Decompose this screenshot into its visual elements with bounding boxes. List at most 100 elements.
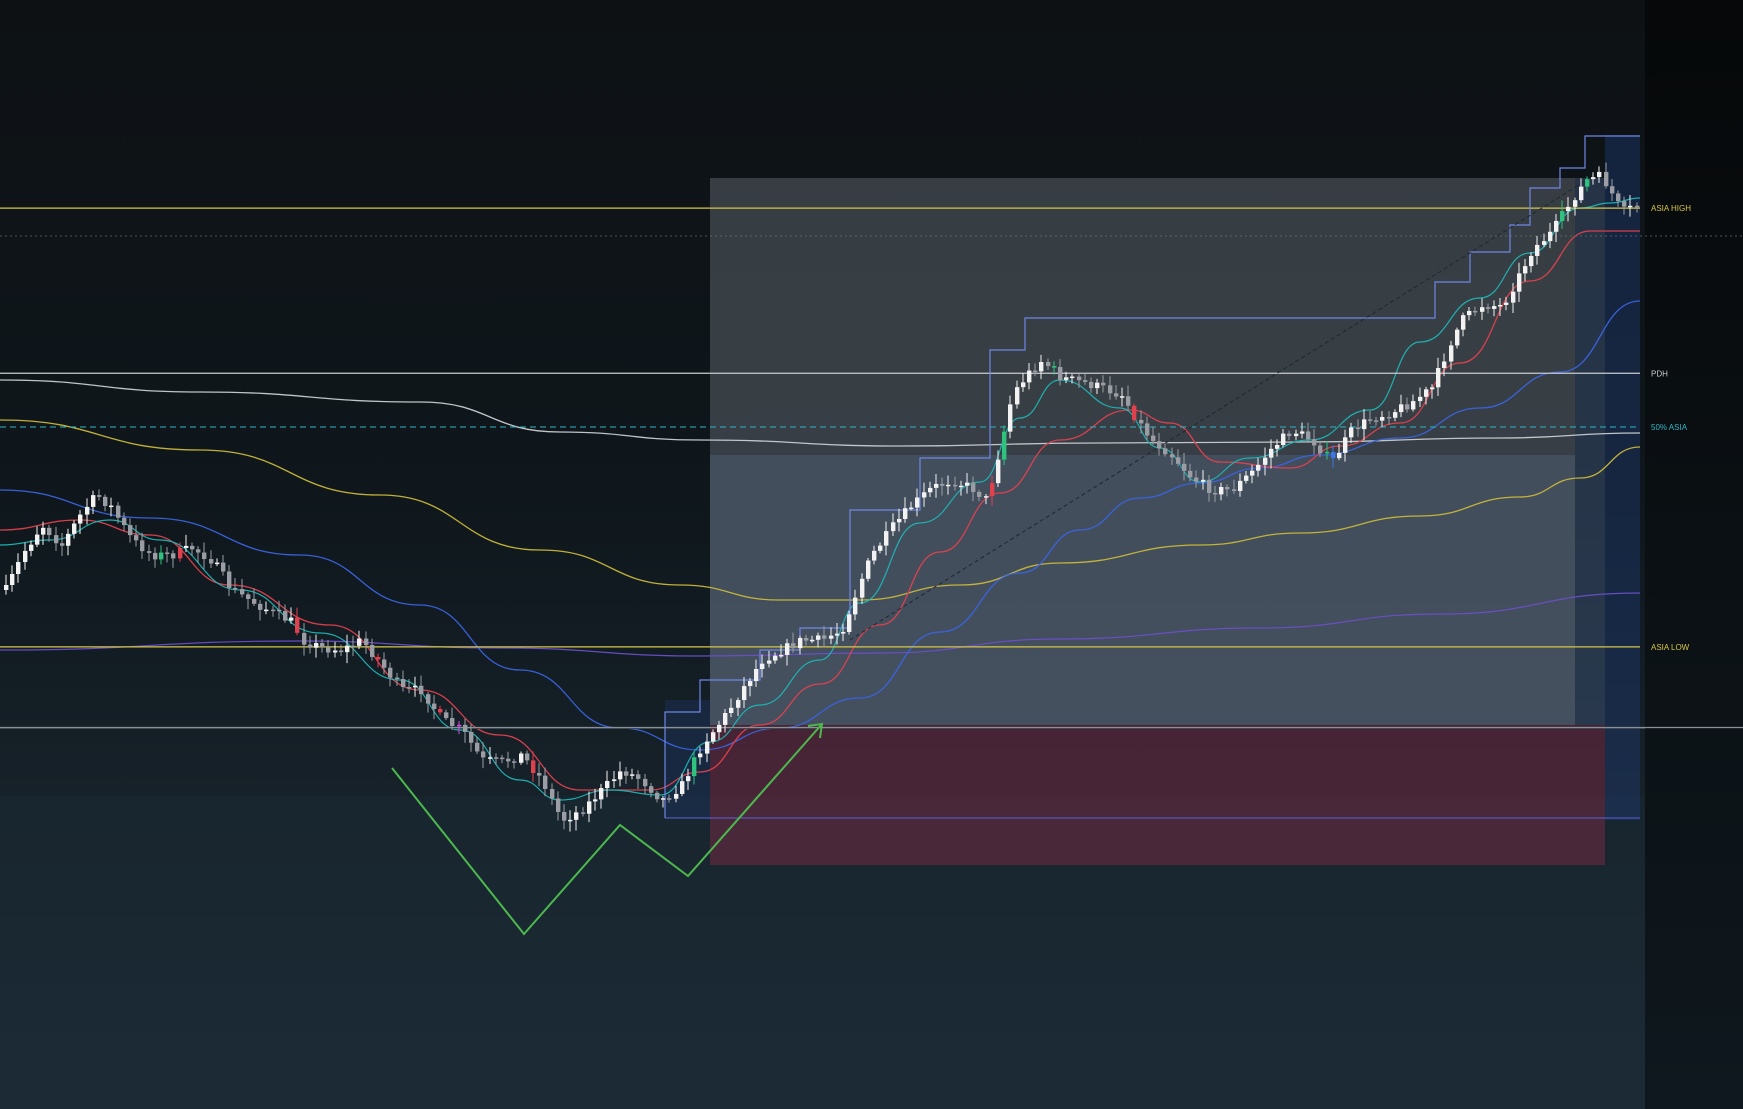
candle-body: [153, 552, 158, 560]
candle-body: [320, 643, 325, 647]
chart-root: ASIA HIGH PDH 50% ASIA ASIA LOW: [0, 0, 1743, 1109]
candle-body: [72, 523, 77, 534]
candle-body: [1170, 454, 1175, 458]
asia-low-label: ASIA LOW: [1651, 643, 1690, 652]
candle-body: [1281, 433, 1286, 445]
candle-body: [202, 552, 207, 560]
candle-body: [767, 660, 772, 664]
candle-body: [1275, 444, 1280, 449]
candle-body: [1021, 382, 1026, 388]
candle-body: [103, 496, 108, 507]
candle-body: [581, 812, 586, 814]
candle-body: [556, 798, 561, 812]
candle-body: [1219, 486, 1224, 495]
asia-50-label: 50% ASIA: [1651, 423, 1688, 432]
candle-body: [512, 761, 517, 763]
candle-body: [698, 753, 703, 758]
candle-body: [841, 631, 846, 634]
candle-body: [661, 798, 666, 800]
candle-body: [339, 650, 344, 653]
candle-body: [1374, 420, 1379, 422]
candle-body: [804, 637, 809, 641]
candle-body: [277, 609, 282, 612]
candle-body: [1387, 416, 1392, 419]
candle-body: [946, 484, 951, 487]
candle-body: [1244, 475, 1249, 481]
candle-body: [488, 757, 493, 759]
candle-body: [636, 774, 641, 779]
price-chart[interactable]: ASIA HIGH PDH 50% ASIA ASIA LOW: [0, 0, 1743, 1109]
candle-body: [419, 685, 424, 695]
candle-body: [822, 635, 827, 639]
candle-body: [593, 799, 598, 802]
candle-body: [178, 547, 183, 559]
candle-body: [965, 482, 970, 486]
candle-body: [736, 700, 741, 708]
candle-body: [1325, 451, 1330, 454]
candle-body: [23, 550, 28, 563]
candle-body: [723, 713, 728, 725]
candle-body: [519, 753, 524, 763]
candle-body: [116, 505, 121, 518]
candle-body: [85, 506, 90, 515]
candle-body: [729, 707, 734, 714]
candle-body: [357, 638, 362, 646]
candle-body: [1492, 306, 1497, 309]
candle-body: [221, 562, 226, 572]
candle-body: [612, 779, 617, 782]
price-axis-panel[interactable]: [1645, 0, 1743, 1109]
candle-body: [971, 482, 976, 492]
candle-body: [829, 635, 834, 639]
candle-body: [984, 496, 989, 498]
candle-body: [97, 495, 102, 497]
candle-body: [60, 543, 65, 546]
candle-body: [240, 589, 245, 595]
candle-body: [779, 654, 784, 657]
candle-body: [1269, 448, 1274, 458]
candle-body: [1225, 486, 1230, 490]
candle-body: [1151, 435, 1156, 442]
candle-body: [1356, 427, 1361, 430]
candle-body: [1256, 464, 1261, 471]
candle-body: [816, 635, 821, 640]
candle-body: [1368, 419, 1373, 421]
candle-body: [853, 597, 858, 615]
candle-body: [184, 545, 189, 548]
candle-body: [1511, 291, 1516, 303]
candle-body: [91, 495, 96, 507]
candle-body: [550, 789, 555, 799]
candle-body: [1157, 441, 1162, 449]
candle-body: [1052, 366, 1057, 368]
candle-body: [1263, 457, 1268, 465]
candle-body: [878, 545, 883, 551]
candle-body: [1442, 361, 1447, 369]
candle-body: [624, 771, 629, 776]
candle-body: [1461, 315, 1466, 330]
candle-body: [717, 724, 722, 733]
candle-body: [1455, 329, 1460, 346]
pdh-label: PDH: [1651, 369, 1668, 378]
candle-body: [1126, 396, 1131, 406]
candle-body: [1101, 382, 1106, 386]
candle-body: [159, 552, 164, 560]
candle-body: [667, 798, 672, 800]
candle-body: [1250, 470, 1255, 476]
candle-body: [1622, 201, 1627, 207]
candle-body: [16, 562, 21, 574]
candle-body: [47, 527, 52, 536]
candle-body: [215, 562, 220, 565]
candle-body: [742, 686, 747, 701]
candle-body: [599, 788, 604, 800]
candle-body: [760, 663, 765, 670]
candle-body: [1362, 419, 1367, 430]
candle-body: [1064, 377, 1069, 380]
candle-body: [432, 703, 437, 710]
candle-body: [996, 459, 1001, 484]
candle-body: [444, 712, 449, 719]
candle-body: [1046, 362, 1051, 367]
candle-body: [562, 811, 567, 821]
candle-body: [1604, 171, 1609, 187]
candle-body: [1628, 205, 1633, 208]
candle-body: [252, 598, 257, 604]
candle-body: [1337, 452, 1342, 459]
